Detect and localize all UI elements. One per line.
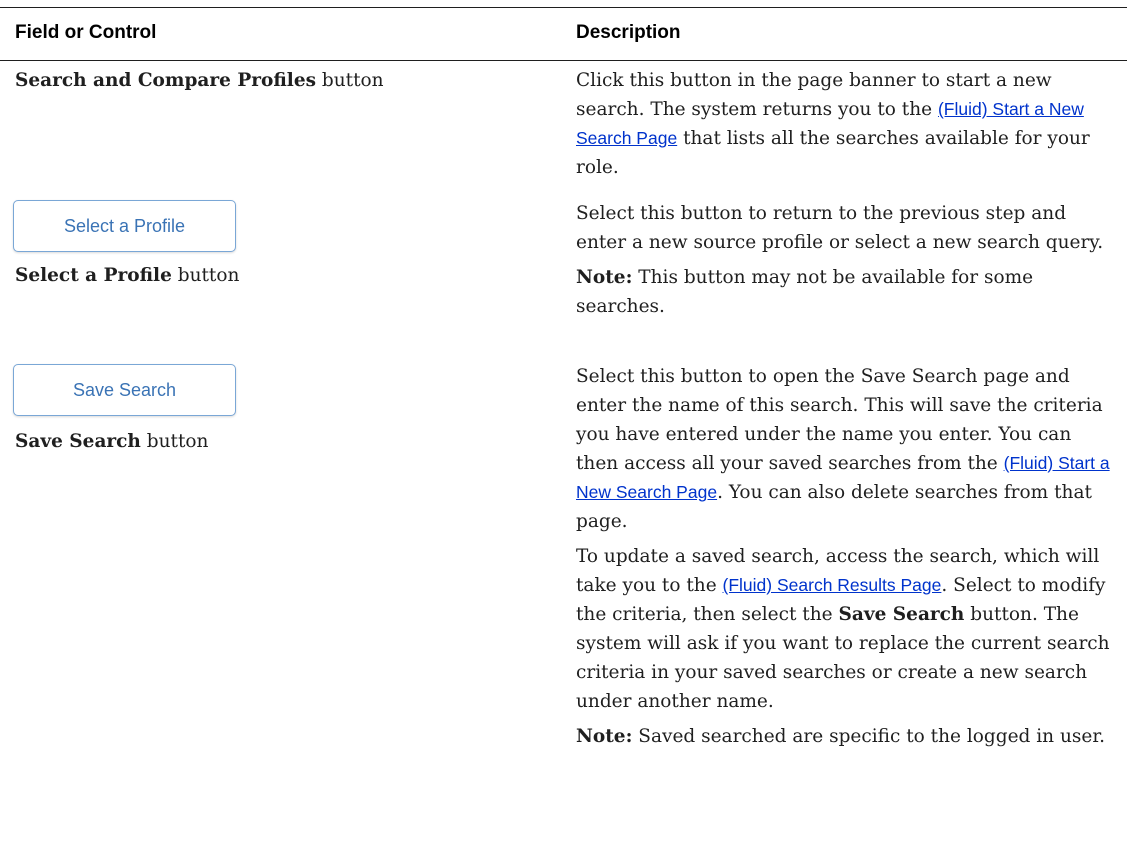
row-save-search-description: Select this button to open the Save Sear…	[576, 362, 1116, 757]
note-text: Saved searched are specific to the logge…	[632, 726, 1106, 747]
search-results-link[interactable]: (Fluid) Search Results Page	[723, 575, 942, 595]
row-select-profile-field: Select a Profile button	[15, 261, 239, 290]
note-text: This button may not be available for som…	[576, 267, 1034, 317]
row-save-search-field: Save Search button	[15, 427, 208, 456]
note-label: Note:	[576, 267, 633, 288]
select-a-profile-button-image: Select a Profile	[13, 200, 236, 252]
row-search-compare-description: Click this button in the page banner to …	[576, 66, 1116, 188]
column-header-field: Field or Control	[15, 22, 157, 43]
field-suffix: button	[140, 431, 209, 452]
note-paragraph: Note: Saved searched are specific to the…	[576, 722, 1116, 751]
header-bottom-rule	[0, 60, 1127, 61]
row-select-profile-description: Select this button to return to the prev…	[576, 199, 1116, 327]
column-header-description: Description	[576, 22, 681, 43]
description-paragraph: Select this button to open the Save Sear…	[576, 362, 1116, 536]
save-search-button-image: Save Search	[13, 364, 236, 416]
field-name: Save Search	[15, 431, 141, 452]
inline-button-name: Save Search	[838, 604, 965, 625]
field-suffix: button	[171, 265, 240, 286]
description-paragraph: To update a saved search, access the sea…	[576, 542, 1116, 716]
note-paragraph: Note: This button may not be available f…	[576, 263, 1116, 321]
description-paragraph: Select this button to return to the prev…	[576, 203, 1104, 253]
note-label: Note:	[576, 726, 633, 747]
table-top-rule	[0, 7, 1127, 8]
field-suffix: button	[316, 70, 384, 91]
field-name: Search and Compare Profiles	[15, 70, 317, 91]
field-name: Select a Profile	[15, 265, 172, 286]
description-paragraph: Click this button in the page banner to …	[576, 66, 1116, 182]
row-search-compare-field: Search and Compare Profiles button	[15, 66, 555, 95]
